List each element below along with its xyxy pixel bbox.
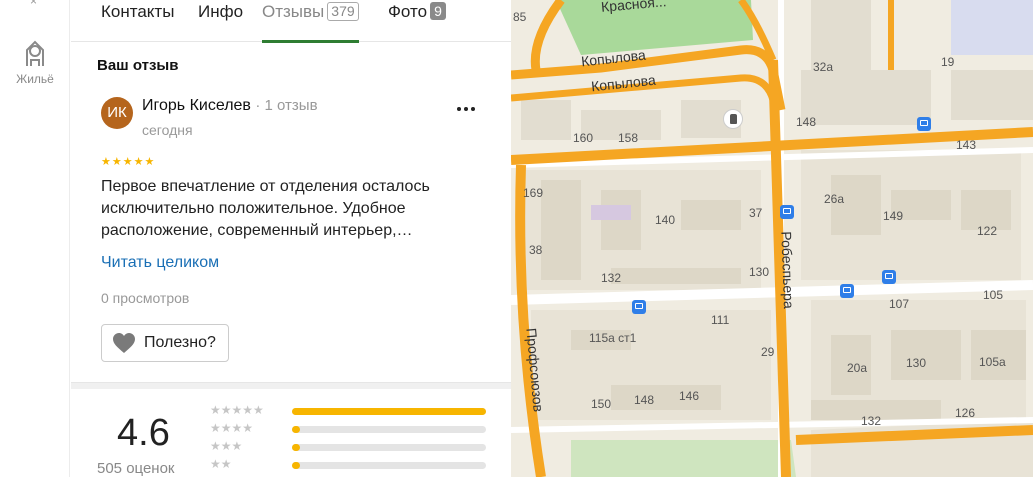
- building-number: 158: [618, 131, 639, 145]
- building-number: 148: [796, 115, 817, 129]
- left-rail: × Жильё: [0, 0, 70, 477]
- rating-dist-fill-2: [292, 462, 300, 469]
- tab-photos[interactable]: Фото 9: [388, 0, 446, 42]
- tab-photos-label: Фото: [388, 2, 428, 21]
- building-number: 169: [523, 186, 544, 200]
- more-options-button[interactable]: [454, 100, 478, 120]
- building-number: 130: [749, 265, 770, 279]
- rating-dist-row-4: ★★★★: [210, 421, 490, 436]
- tab-contacts-label: Контакты: [101, 2, 175, 21]
- heart-icon: [113, 333, 135, 353]
- bus-stop-icon[interactable]: [917, 117, 931, 131]
- review-text: Первое впечатление от отделения осталось…: [101, 178, 430, 239]
- section-divider: [71, 382, 511, 389]
- tab-reviews-count: 379: [327, 2, 359, 21]
- building-number: 140: [655, 213, 676, 227]
- tab-reviews[interactable]: Отзывы 379: [262, 0, 359, 43]
- helpful-button[interactable]: Полезно?: [101, 324, 229, 362]
- review-views: 0 просмотров: [101, 290, 190, 306]
- review-author: Игорь Киселев · 1 отзыв: [142, 97, 318, 115]
- building-number: 148: [634, 393, 655, 407]
- building-number: 107: [889, 297, 910, 311]
- rating-dist-fill-3: [292, 444, 300, 451]
- more-dots-icon: [457, 107, 475, 111]
- tab-reviews-label: Отзывы: [262, 2, 325, 21]
- avatar[interactable]: ИК: [101, 97, 133, 129]
- tab-contacts[interactable]: Контакты: [101, 0, 174, 42]
- building-number: 126: [955, 406, 976, 420]
- review-author-count: · 1 отзыв: [255, 97, 318, 114]
- helpful-label: Полезно?: [144, 334, 216, 351]
- building-number: 111: [711, 313, 730, 327]
- landmark-icon[interactable]: [723, 109, 743, 129]
- building-number: 130: [906, 356, 927, 370]
- building-number: 20а: [847, 361, 868, 375]
- rating-dist-fill-5: [292, 408, 486, 415]
- rating-dist-track-4: [292, 426, 486, 433]
- rating-dist-stars-4: ★★★★: [210, 421, 254, 435]
- tab-bar: Контакты Инфо Отзывы 379 Фото 9: [71, 0, 511, 43]
- average-rating: 4.6: [117, 412, 170, 454]
- rating-dist-track-3: [292, 444, 486, 451]
- building-number: 160: [573, 131, 594, 145]
- building-number: 19: [941, 55, 955, 69]
- building-number: 150: [591, 397, 612, 411]
- building-number: 122: [977, 224, 998, 238]
- rating-dist-stars-2: ★★: [210, 457, 232, 471]
- rating-count: 505 оценок: [97, 460, 175, 477]
- housing-icon: [26, 40, 44, 66]
- bus-stop-icon[interactable]: [882, 270, 896, 284]
- rating-dist-row-3: ★★★: [210, 439, 490, 454]
- review-rating-stars: ★★★★★: [101, 156, 156, 168]
- rating-dist-row-5: ★★★★★: [210, 403, 490, 418]
- rail-item-housing-label: Жильё: [16, 72, 54, 86]
- rating-dist-row-2: ★★: [210, 457, 490, 472]
- street-robespera: Робеспьера: [778, 231, 798, 309]
- building-number: 132: [601, 271, 622, 285]
- building-number: 37: [749, 206, 763, 220]
- rail-item-housing[interactable]: Жильё: [0, 36, 70, 86]
- tab-info[interactable]: Инфо: [198, 0, 243, 42]
- close-icon[interactable]: ×: [30, 0, 37, 8]
- read-more-link[interactable]: Читать целиком: [101, 254, 219, 272]
- your-review-title: Ваш отзыв: [97, 57, 179, 74]
- building-number: 143: [956, 138, 977, 152]
- building-number: 149: [883, 209, 904, 223]
- tab-photos-count: 9: [430, 2, 446, 20]
- building-number: 115а ст1: [589, 331, 637, 345]
- tab-info-label: Инфо: [198, 2, 244, 21]
- rating-dist-track-2: [292, 462, 486, 469]
- rating-dist-stars-5: ★★★★★: [210, 403, 264, 417]
- building-number: 105а: [979, 355, 1006, 369]
- building-number: 105: [983, 288, 1004, 302]
- review-date: сегодня: [142, 122, 193, 138]
- building-number: 38: [529, 243, 543, 257]
- rating-dist-track-5: [292, 408, 486, 415]
- bus-stop-icon[interactable]: [632, 300, 646, 314]
- rating-dist-fill-4: [292, 426, 300, 433]
- rating-dist-stars-3: ★★★: [210, 439, 243, 453]
- building-number: 29: [761, 345, 775, 359]
- building-number: 26а: [824, 192, 845, 206]
- building-number: 132: [861, 414, 882, 428]
- review-author-name[interactable]: Игорь Киселев: [142, 97, 251, 114]
- org-card-panel: Контакты Инфо Отзывы 379 Фото 9 Ваш отзыв …: [71, 0, 511, 477]
- bus-stop-icon[interactable]: [780, 205, 794, 219]
- building-number: 32а: [813, 60, 834, 74]
- map-view[interactable]: Красноя... Копылова Копылова Робеспьера …: [511, 0, 1033, 477]
- building-number: 146: [679, 389, 700, 403]
- bus-stop-icon[interactable]: [840, 284, 854, 298]
- building-number: 85: [513, 10, 527, 24]
